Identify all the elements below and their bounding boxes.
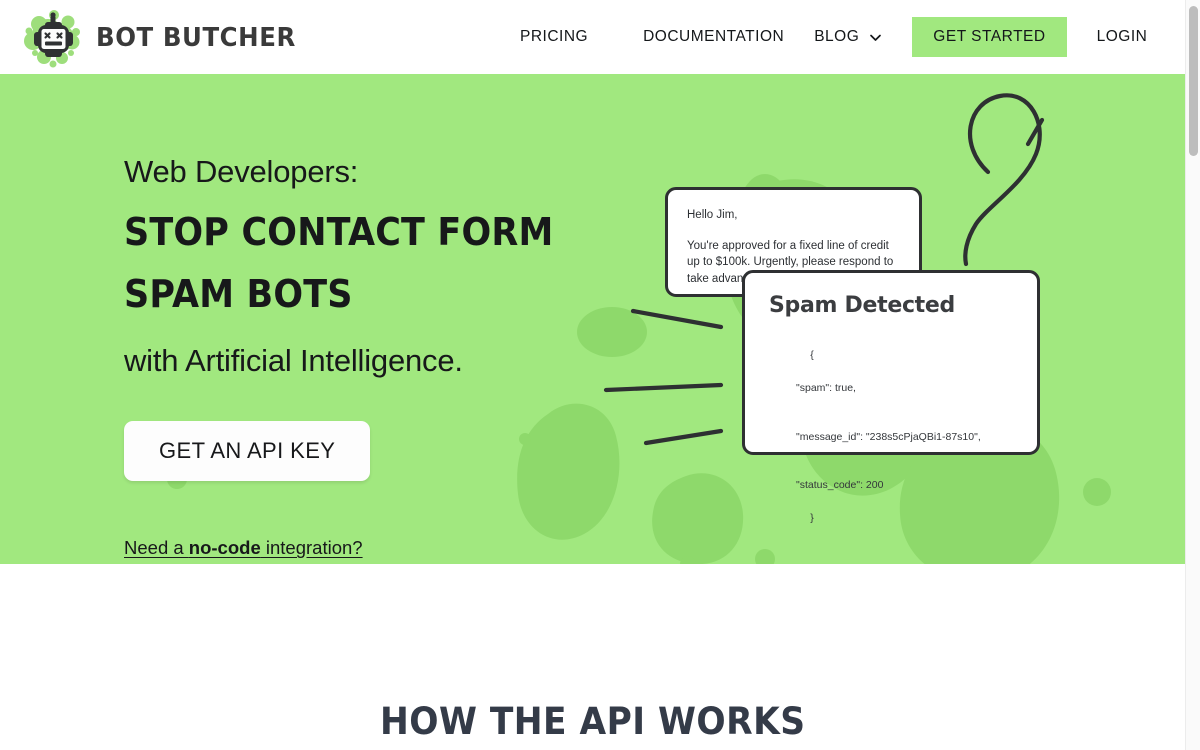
page-scrollbar[interactable] bbox=[1185, 0, 1200, 750]
nav-item-blog[interactable]: BLOG bbox=[814, 28, 882, 46]
hero-eyebrow: Web Developers: bbox=[124, 154, 359, 189]
hero-headline-line1: STOP CONTACT FORM bbox=[124, 209, 554, 254]
get-api-key-button[interactable]: GET AN API KEY bbox=[124, 421, 371, 482]
json-close-brace: } bbox=[810, 511, 814, 524]
nocode-prefix: Need a bbox=[124, 537, 189, 559]
spam-card-json: { "spam": true, "message_id": "238s5cPja… bbox=[781, 331, 1037, 542]
how-it-works-heading: HOW THE API WORKS bbox=[0, 700, 1185, 743]
site-header: BOT BUTCHER PRICING DOCUMENTATION BLOG G… bbox=[0, 0, 1185, 74]
nocode-strong: no-code bbox=[188, 537, 261, 559]
brand-logo[interactable]: BOT BUTCHER bbox=[24, 8, 309, 68]
hero-subheadline: with Artificial Intelligence. bbox=[124, 342, 463, 378]
nav-item-login[interactable]: LOGIN bbox=[1097, 28, 1148, 46]
json-line-message-id: "message_id": "238s5cPjaQBi1-87s10", bbox=[796, 430, 981, 443]
json-open-brace: { bbox=[810, 349, 814, 362]
chevron-down-icon bbox=[869, 31, 882, 44]
nav-item-documentation[interactable]: DOCUMENTATION bbox=[643, 28, 784, 46]
hero-headline-line2: SPAM BOTS bbox=[124, 271, 353, 316]
main-nav: PRICING DOCUMENTATION BLOG GET STARTED L… bbox=[520, 0, 1147, 74]
get-started-button[interactable]: GET STARTED bbox=[912, 17, 1067, 57]
nav-item-pricing[interactable]: PRICING bbox=[520, 28, 588, 46]
hero-copy: Web Developers: STOP CONTACT FORM SPAM B… bbox=[124, 154, 594, 559]
lasso-loop bbox=[963, 93, 1042, 267]
hero-illustration: Hello Jim, You're approved for a fixed l… bbox=[580, 74, 1185, 564]
robot-head-x-eyes-icon bbox=[24, 8, 82, 68]
json-line-spam: "spam": true, bbox=[796, 381, 856, 394]
scrollbar-thumb[interactable] bbox=[1189, 6, 1198, 156]
spam-card-title: Spam Detected bbox=[769, 293, 955, 318]
hero-section: Web Developers: STOP CONTACT FORM SPAM B… bbox=[0, 74, 1185, 564]
how-it-works-heading-text: HOW THE API WORKS bbox=[379, 700, 806, 743]
spam-detected-card: Spam Detected { "spam": true, "message_i… bbox=[742, 270, 1040, 524]
json-line-status-code: "status_code": 200 bbox=[796, 479, 884, 492]
no-code-integration-link[interactable]: Need a no-code integration? bbox=[124, 537, 594, 559]
nocode-suffix: integration? bbox=[260, 537, 363, 559]
nav-item-blog-label: BLOG bbox=[814, 28, 860, 45]
email-greeting: Hello Jim, bbox=[687, 209, 738, 221]
brand-name: BOT BUTCHER bbox=[96, 23, 296, 53]
page-root: BOT BUTCHER PRICING DOCUMENTATION BLOG G… bbox=[0, 0, 1200, 750]
